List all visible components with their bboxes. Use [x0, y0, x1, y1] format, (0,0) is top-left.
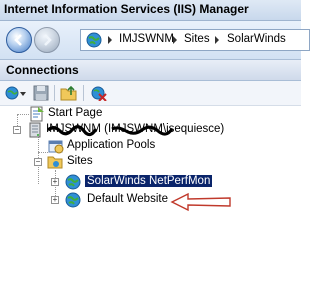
start-page-icon [30, 106, 44, 122]
save-icon[interactable] [33, 85, 49, 101]
tree-item-label: SolarWinds NetPerfMon [85, 175, 213, 187]
expand-icon[interactable]: + [51, 178, 59, 186]
globe-icon [65, 192, 81, 208]
globe-icon [86, 32, 102, 48]
connections-title: Connections [6, 63, 79, 77]
breadcrumb-separator [108, 36, 112, 44]
breadcrumb-site[interactable]: SolarWinds [227, 33, 286, 45]
forward-arrow-icon [44, 34, 52, 46]
tree-item-server[interactable]: − IMJSWNM (IMJSWNM\jsequiesce) [0, 122, 301, 138]
toolbar-separator [83, 85, 84, 101]
redaction-scribble [46, 125, 174, 137]
connections-tree: Start Page − IMJSWNM (IMJSWNM\jsequiesce… [0, 106, 301, 281]
disconnect-icon[interactable] [90, 85, 108, 101]
breadcrumb-separator [173, 36, 177, 44]
server-icon [29, 122, 41, 138]
forward-button[interactable] [34, 27, 60, 53]
address-bar[interactable]: IMJSWNM Sites SolarWinds [80, 29, 310, 51]
tree-item-application-pools[interactable]: Application Pools [0, 138, 301, 154]
connect-globe-icon[interactable] [5, 85, 27, 101]
back-button[interactable] [6, 27, 32, 53]
tree-item-label: Application Pools [67, 139, 156, 151]
globe-icon [65, 174, 81, 190]
breadcrumb-sites[interactable]: Sites [184, 33, 210, 45]
breadcrumb-separator [215, 36, 219, 44]
breadcrumb-server[interactable]: IMJSWNM [119, 33, 174, 45]
tree-item-sites[interactable]: − Sites [0, 154, 301, 170]
expand-icon[interactable]: + [51, 196, 59, 204]
tree-item-label: Default Website [87, 193, 168, 205]
tree-item-default-website[interactable]: + Default Website [0, 192, 301, 208]
navigation-bar: IMJSWNM Sites SolarWinds [0, 21, 310, 60]
up-folder-icon[interactable] [60, 85, 78, 101]
connections-header: Connections [0, 60, 301, 81]
tree-item-label: Start Page [48, 107, 103, 119]
application-pools-icon [48, 140, 64, 154]
collapse-icon[interactable]: − [13, 126, 21, 134]
collapse-icon[interactable]: − [34, 158, 42, 166]
annotation-arrow-icon [170, 192, 231, 212]
sites-folder-icon [47, 156, 63, 169]
tree-item-start-page[interactable]: Start Page [0, 106, 301, 122]
tree-item-label: Sites [67, 155, 93, 167]
tree-item-solarwinds-site[interactable]: + SolarWinds NetPerfMon [0, 174, 301, 190]
window-title: Internet Information Services (IIS) Mana… [4, 2, 249, 16]
title-bar: Internet Information Services (IIS) Mana… [0, 0, 301, 21]
connections-toolbar [0, 81, 301, 106]
toolbar-separator [54, 85, 55, 101]
back-arrow-icon [14, 34, 22, 46]
